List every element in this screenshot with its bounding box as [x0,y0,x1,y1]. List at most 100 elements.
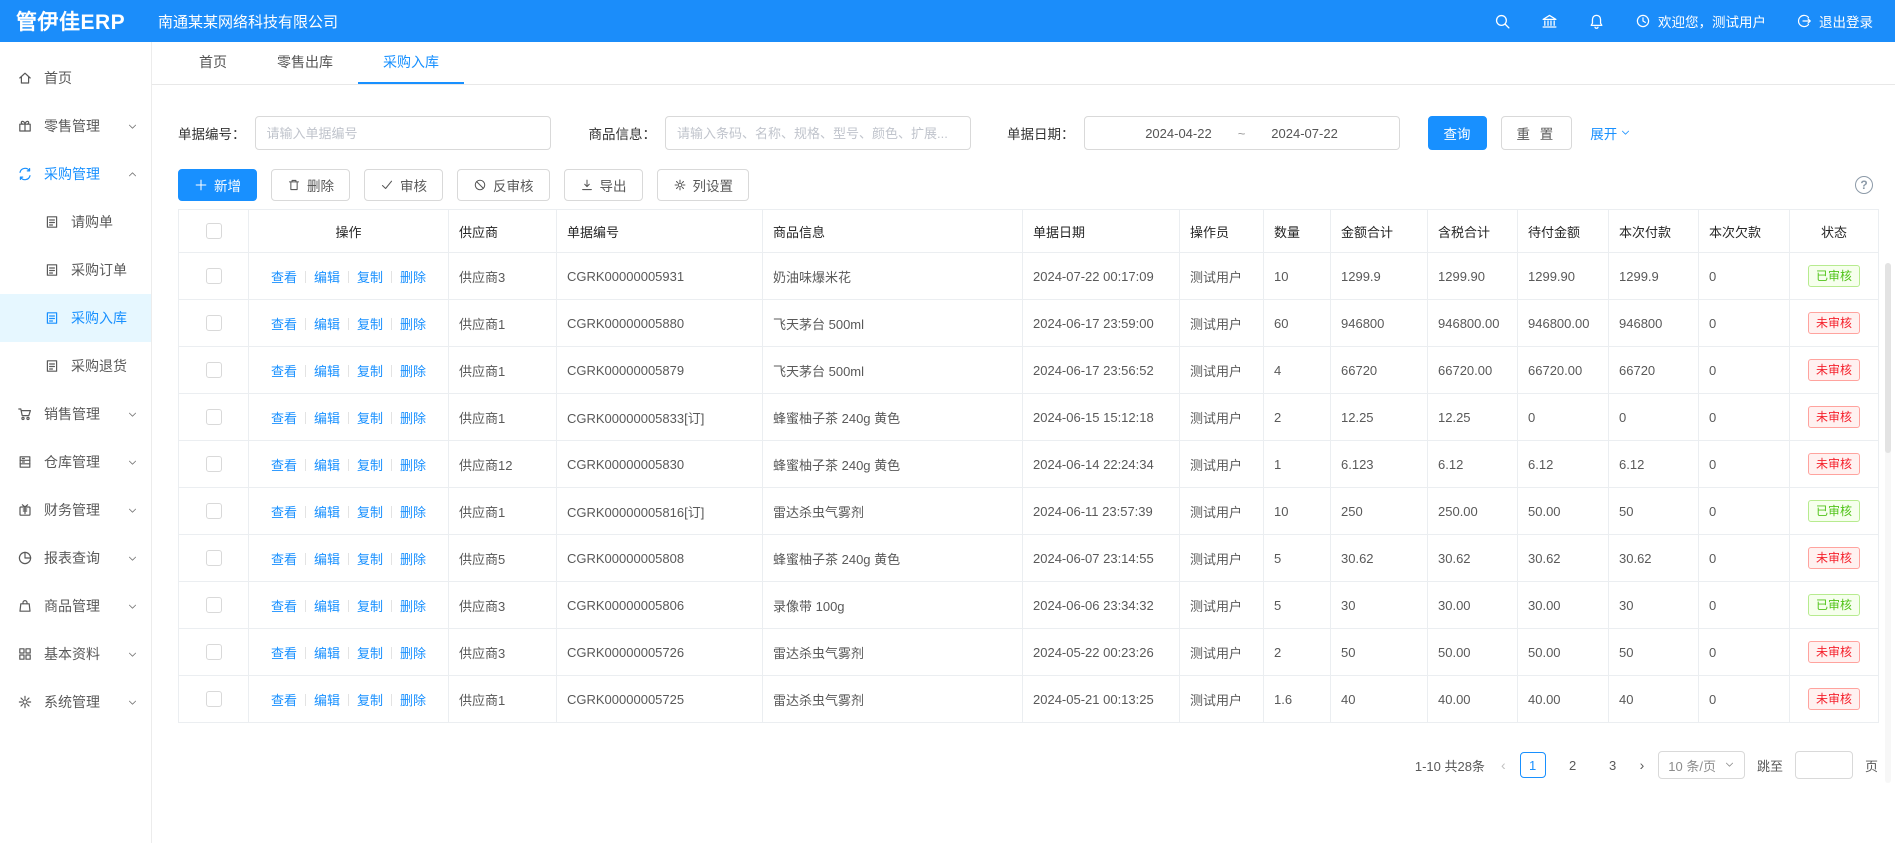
sidebar-item-基本资料[interactable]: 基本资料 [0,630,151,678]
edit-link[interactable]: 编辑 [314,599,340,614]
tab-采购入库[interactable]: 采购入库 [358,42,464,84]
delete-link[interactable]: 删除 [400,317,426,332]
tab-零售出库[interactable]: 零售出库 [252,42,358,84]
row-checkbox[interactable] [206,315,222,331]
cell-product: 飞天茅台 500ml [763,300,1023,347]
page-size-select[interactable]: 10 条/页 [1658,751,1745,779]
tab-首页[interactable]: 首页 [174,42,252,84]
sidebar-item-零售管理[interactable]: 零售管理 [0,102,151,150]
edit-link[interactable]: 编辑 [314,364,340,379]
copy-link[interactable]: 复制 [357,270,383,285]
search-icon[interactable] [1494,13,1511,30]
toolbar: 新增删除审核反审核导出列设置? [178,169,1879,201]
logout-button[interactable]: 退出登录 [1796,11,1873,31]
reset-button[interactable]: 重 置 [1501,116,1573,150]
view-link[interactable]: 查看 [271,411,297,426]
copy-link[interactable]: 复制 [357,458,383,473]
sidebar-item-采购入库[interactable]: 采购入库 [0,294,151,342]
view-link[interactable]: 查看 [271,458,297,473]
delete-link[interactable]: 删除 [400,458,426,473]
导出-button[interactable]: 导出 [564,169,643,201]
edit-link[interactable]: 编辑 [314,411,340,426]
新增-button[interactable]: 新增 [178,169,257,201]
sidebar-item-财务管理[interactable]: 财务管理 [0,486,151,534]
row-checkbox[interactable] [206,691,222,707]
row-checkbox[interactable] [206,503,222,519]
date-from[interactable]: 2024-04-22 [1145,126,1212,141]
sidebar-item-请购单[interactable]: 请购单 [0,198,151,246]
row-checkbox[interactable] [206,456,222,472]
table-scrollbar[interactable] [1885,263,1891,783]
welcome-user[interactable]: 欢迎您，测试用户 [1635,11,1766,31]
copy-link[interactable]: 复制 [357,646,383,661]
sidebar-item-采购退货[interactable]: 采购退货 [0,342,151,390]
prev-page-icon[interactable]: ‹ [1499,757,1508,773]
edit-link[interactable]: 编辑 [314,646,340,661]
sidebar-item-销售管理[interactable]: 销售管理 [0,390,151,438]
app-logo[interactable]: 管伊佳ERP [16,6,144,36]
product-info-input[interactable] [665,116,971,150]
row-checkbox[interactable] [206,597,222,613]
delete-link[interactable]: 删除 [400,599,426,614]
delete-link[interactable]: 删除 [400,552,426,567]
row-checkbox[interactable] [206,268,222,284]
delete-link[interactable]: 删除 [400,646,426,661]
view-link[interactable]: 查看 [271,317,297,332]
next-page-icon[interactable]: › [1638,757,1647,773]
审核-button[interactable]: 审核 [364,169,443,201]
edit-link[interactable]: 编辑 [314,552,340,567]
sidebar-item-系统管理[interactable]: 系统管理 [0,678,151,726]
delete-link[interactable]: 删除 [400,505,426,520]
copy-link[interactable]: 复制 [357,411,383,426]
view-link[interactable]: 查看 [271,364,297,379]
view-link[interactable]: 查看 [271,552,297,567]
sidebar-item-仓库管理[interactable]: 仓库管理 [0,438,151,486]
edit-link[interactable]: 编辑 [314,693,340,708]
view-link[interactable]: 查看 [271,646,297,661]
view-link[interactable]: 查看 [271,270,297,285]
jump-page-input[interactable] [1795,751,1853,779]
delete-link[interactable]: 删除 [400,693,426,708]
copy-link[interactable]: 复制 [357,693,383,708]
sidebar-item-首页[interactable]: 首页 [0,54,151,102]
列设置-button[interactable]: 列设置 [657,169,750,201]
page-button-3[interactable]: 3 [1600,752,1626,778]
delete-link[interactable]: 删除 [400,270,426,285]
view-link[interactable]: 查看 [271,693,297,708]
view-link[interactable]: 查看 [271,599,297,614]
page-button-2[interactable]: 2 [1560,752,1586,778]
copy-link[interactable]: 复制 [357,317,383,332]
sidebar-item-label: 报表查询 [44,548,100,568]
order-no-input[interactable] [255,116,551,150]
反审核-button[interactable]: 反审核 [457,169,550,201]
sidebar-item-采购管理[interactable]: 采购管理 [0,150,151,198]
sidebar-item-商品管理[interactable]: 商品管理 [0,582,151,630]
删除-button[interactable]: 删除 [271,169,350,201]
edit-link[interactable]: 编辑 [314,317,340,332]
expand-toggle[interactable]: 展开 [1590,123,1631,143]
view-link[interactable]: 查看 [271,505,297,520]
bell-icon[interactable] [1588,13,1605,30]
row-checkbox[interactable] [206,362,222,378]
copy-link[interactable]: 复制 [357,505,383,520]
date-to[interactable]: 2024-07-22 [1271,126,1338,141]
bank-icon[interactable] [1541,13,1558,30]
row-checkbox[interactable] [206,644,222,660]
copy-link[interactable]: 复制 [357,599,383,614]
edit-link[interactable]: 编辑 [314,458,340,473]
row-checkbox[interactable] [206,409,222,425]
sidebar-item-采购订单[interactable]: 采购订单 [0,246,151,294]
question-icon[interactable]: ? [1855,176,1873,194]
sidebar-item-报表查询[interactable]: 报表查询 [0,534,151,582]
delete-link[interactable]: 删除 [400,364,426,379]
row-checkbox[interactable] [206,550,222,566]
delete-link[interactable]: 删除 [400,411,426,426]
edit-link[interactable]: 编辑 [314,270,340,285]
search-button[interactable]: 查询 [1428,116,1487,150]
select-all-checkbox[interactable] [206,223,222,239]
copy-link[interactable]: 复制 [357,364,383,379]
date-range-picker[interactable]: 2024-04-22 ~ 2024-07-22 [1084,116,1400,150]
page-button-1[interactable]: 1 [1520,752,1546,778]
copy-link[interactable]: 复制 [357,552,383,567]
edit-link[interactable]: 编辑 [314,505,340,520]
